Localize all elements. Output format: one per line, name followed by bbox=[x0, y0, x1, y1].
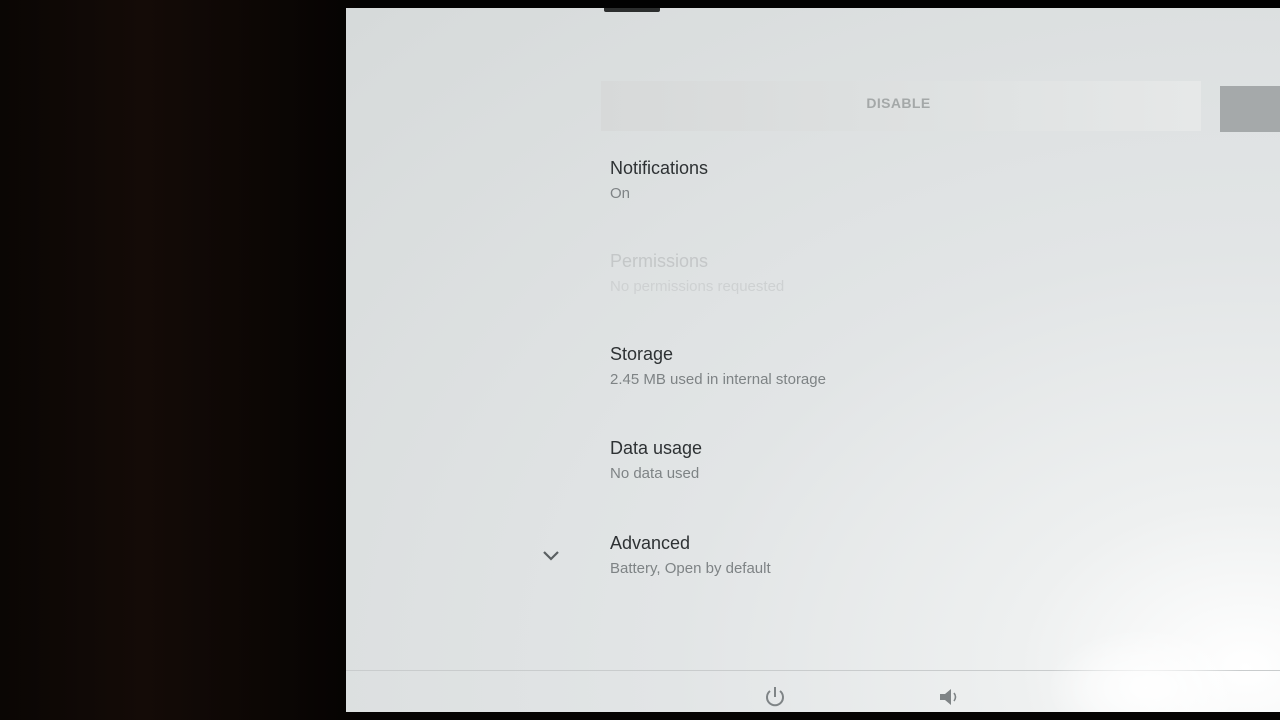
pref-summary: 2.45 MB used in internal storage bbox=[610, 371, 826, 388]
device-bezel-top bbox=[360, 0, 1280, 8]
pref-summary: No data used bbox=[610, 465, 700, 482]
status-indicator bbox=[604, 8, 660, 12]
disable-button[interactable]: DISABLE bbox=[836, 92, 961, 114]
pref-summary: No permissions requested bbox=[610, 278, 785, 295]
pref-title: Data usage bbox=[610, 438, 703, 458]
device-bezel-left bbox=[0, 0, 360, 720]
pref-storage[interactable]: Storage 2.45 MB used in internal storage bbox=[610, 344, 826, 388]
pref-notifications[interactable]: Notifications On bbox=[610, 158, 708, 202]
pref-title: Permissions bbox=[610, 251, 709, 271]
pref-permissions: Permissions No permissions requested bbox=[610, 251, 784, 295]
pref-advanced[interactable]: Advanced Battery, Open by default bbox=[610, 533, 771, 577]
pref-summary: On bbox=[610, 185, 631, 202]
pref-title: Advanced bbox=[610, 533, 691, 553]
device-screen: DISABLE Notifications On Permissions No … bbox=[346, 8, 1280, 712]
pref-summary: Battery, Open by default bbox=[610, 560, 771, 577]
pref-title: Notifications bbox=[610, 158, 709, 178]
navigation-bar bbox=[346, 670, 1280, 712]
force-stop-button[interactable] bbox=[1220, 86, 1280, 132]
pref-title: Storage bbox=[610, 344, 674, 364]
power-icon[interactable] bbox=[762, 684, 788, 710]
volume-icon[interactable] bbox=[936, 684, 962, 710]
chevron-down-icon[interactable] bbox=[542, 548, 560, 562]
pref-data-usage[interactable]: Data usage No data used bbox=[610, 438, 702, 482]
